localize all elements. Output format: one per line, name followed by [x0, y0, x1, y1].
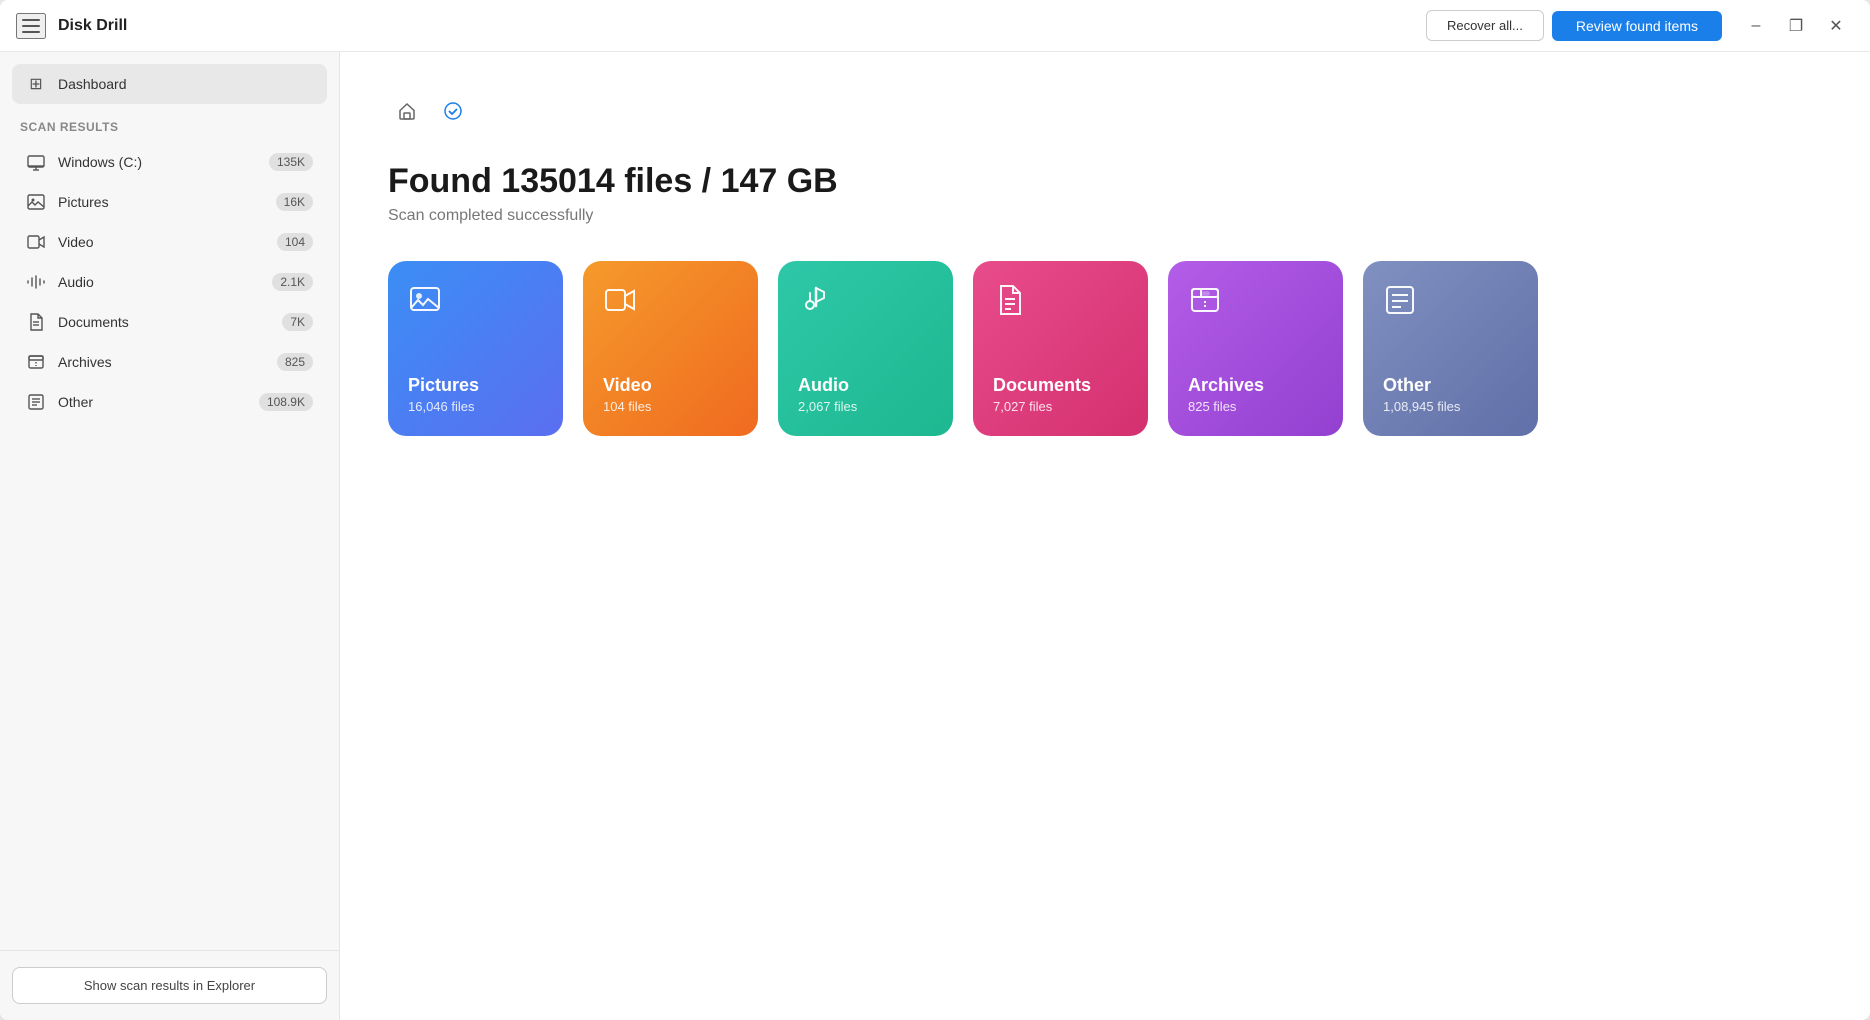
show-scan-results-button[interactable]: Show scan results in Explorer — [12, 967, 327, 1004]
app-window: Disk Drill Recover all... Review found i… — [0, 0, 1870, 1020]
documents-icon — [26, 312, 46, 332]
window-controls: – ❐ ✕ — [1738, 8, 1854, 44]
cards-grid: Pictures 16,046 files Video 104 files — [388, 261, 1822, 436]
archives-count: 825 — [277, 353, 313, 371]
pictures-icon — [26, 192, 46, 212]
recover-all-button[interactable]: Recover all... — [1426, 10, 1544, 41]
found-title: Found 135014 files / 147 GB — [388, 162, 1822, 201]
sidebar-item-documents[interactable]: Documents 7K — [12, 302, 327, 342]
documents-card-icon — [993, 283, 1128, 324]
card-documents[interactable]: Documents 7,027 files — [973, 261, 1148, 436]
main-layout: ⊞ Dashboard Scan results Windows (C:) 13… — [0, 52, 1870, 1020]
sidebar-item-audio[interactable]: Audio 2.1K — [12, 262, 327, 302]
windows-icon — [26, 152, 46, 172]
card-video[interactable]: Video 104 files — [583, 261, 758, 436]
sidebar-item-video[interactable]: Video 104 — [12, 222, 327, 262]
sidebar-item-windows[interactable]: Windows (C:) 135K — [12, 142, 327, 182]
pictures-card-label: Pictures — [408, 375, 543, 396]
archives-card-count: 825 files — [1188, 399, 1323, 414]
content-area: Found 135014 files / 147 GB Scan complet… — [340, 52, 1870, 1020]
card-other[interactable]: Other 1,08,945 files — [1363, 261, 1538, 436]
audio-count: 2.1K — [272, 273, 313, 291]
audio-card-label: Audio — [798, 375, 933, 396]
card-pictures[interactable]: Pictures 16,046 files — [388, 261, 563, 436]
maximize-button[interactable]: ❐ — [1778, 8, 1814, 44]
minimize-button[interactable]: – — [1738, 8, 1774, 44]
windows-count: 135K — [269, 153, 313, 171]
app-title: Disk Drill — [58, 17, 127, 35]
documents-card-count: 7,027 files — [993, 399, 1128, 414]
menu-button[interactable] — [16, 13, 46, 39]
video-card-icon — [603, 283, 738, 324]
close-button[interactable]: ✕ — [1818, 8, 1854, 44]
other-count: 108.9K — [259, 393, 313, 411]
toolbar — [388, 92, 1822, 130]
sidebar-item-archives[interactable]: Archives 825 — [12, 342, 327, 382]
video-label: Video — [58, 234, 265, 250]
audio-label: Audio — [58, 274, 260, 290]
review-found-items-button[interactable]: Review found items — [1552, 11, 1722, 41]
sidebar-list: Windows (C:) 135K Pictures 16K Video — [0, 142, 339, 950]
documents-card-label: Documents — [993, 375, 1128, 396]
title-bar-actions: Recover all... Review found items — [1426, 10, 1722, 41]
dashboard-icon: ⊞ — [26, 74, 46, 94]
title-bar: Disk Drill Recover all... Review found i… — [0, 0, 1870, 52]
video-card-label: Video — [603, 375, 738, 396]
card-archives[interactable]: Archives 825 files — [1168, 261, 1343, 436]
archives-card-icon — [1188, 283, 1323, 324]
video-card-count: 104 files — [603, 399, 738, 414]
other-card-count: 1,08,945 files — [1383, 399, 1518, 414]
title-bar-left: Disk Drill — [16, 13, 1426, 39]
archives-label: Archives — [58, 354, 265, 370]
scan-results-title: Scan results — [0, 104, 339, 142]
audio-icon — [26, 272, 46, 292]
card-audio[interactable]: Audio 2,067 files — [778, 261, 953, 436]
pictures-count: 16K — [276, 193, 313, 211]
sidebar-nav: ⊞ Dashboard — [0, 52, 339, 104]
documents-label: Documents — [58, 314, 270, 330]
other-card-label: Other — [1383, 375, 1518, 396]
sidebar-item-dashboard[interactable]: ⊞ Dashboard — [12, 64, 327, 104]
windows-label: Windows (C:) — [58, 154, 257, 170]
pictures-card-count: 16,046 files — [408, 399, 543, 414]
home-button[interactable] — [388, 92, 426, 130]
audio-card-icon — [798, 283, 933, 324]
sidebar-item-other[interactable]: Other 108.9K — [12, 382, 327, 422]
sidebar: ⊞ Dashboard Scan results Windows (C:) 13… — [0, 52, 340, 1020]
video-icon — [26, 232, 46, 252]
sidebar-dashboard-label: Dashboard — [58, 76, 127, 92]
other-label: Other — [58, 394, 247, 410]
other-card-icon — [1383, 283, 1518, 324]
pictures-label: Pictures — [58, 194, 264, 210]
found-subtitle: Scan completed successfully — [388, 207, 1822, 225]
other-icon — [26, 392, 46, 412]
archives-icon — [26, 352, 46, 372]
video-count: 104 — [277, 233, 313, 251]
documents-count: 7K — [282, 313, 313, 331]
audio-card-count: 2,067 files — [798, 399, 933, 414]
sidebar-footer: Show scan results in Explorer — [0, 950, 339, 1020]
pictures-card-icon — [408, 283, 543, 324]
sidebar-item-pictures[interactable]: Pictures 16K — [12, 182, 327, 222]
archives-card-label: Archives — [1188, 375, 1323, 396]
check-button[interactable] — [434, 92, 472, 130]
